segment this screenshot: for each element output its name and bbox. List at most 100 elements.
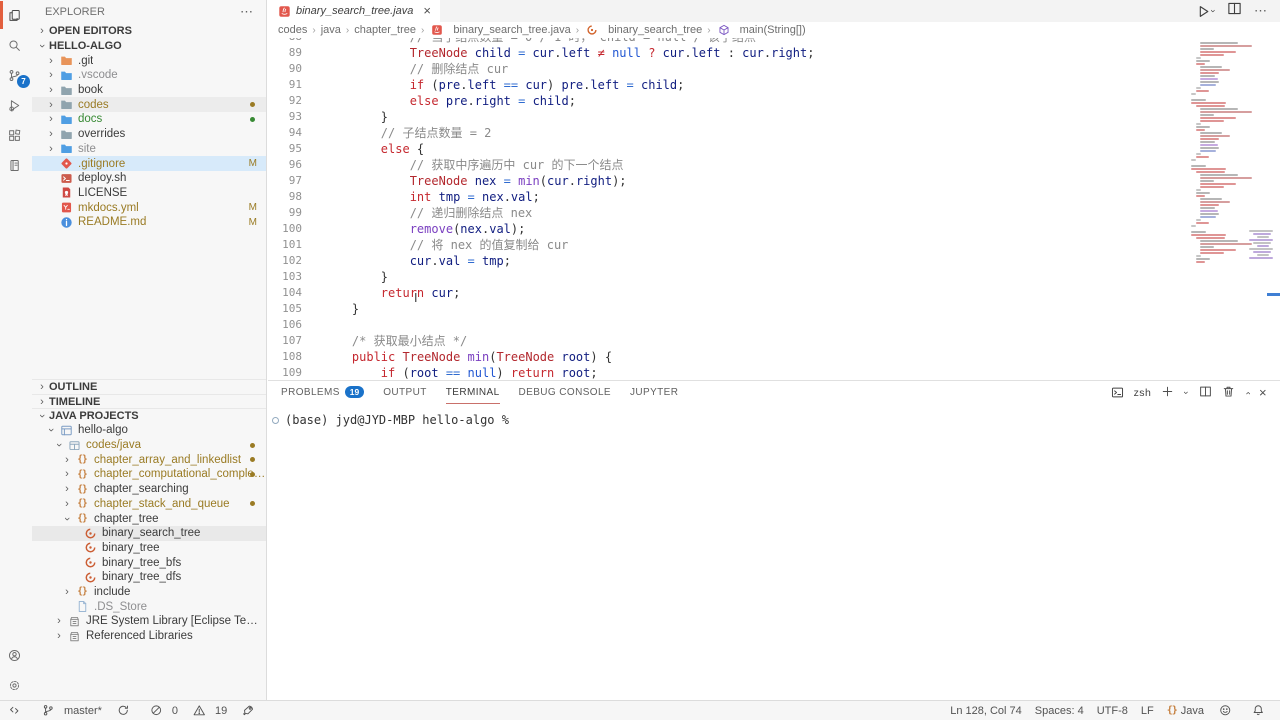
breadcrumb-item[interactable]: binary_search_tree.java — [429, 23, 570, 37]
code-line[interactable]: 105 } — [268, 301, 1183, 317]
activity-bar-item-extensions[interactable] — [0, 120, 32, 150]
status-rocket[interactable] — [240, 704, 260, 718]
explorer-item[interactable]: deploy.sh — [32, 171, 266, 186]
java-project-item[interactable]: ›codes/java — [32, 438, 266, 453]
java-project-item[interactable]: binary_tree — [32, 541, 266, 556]
explorer-item[interactable]: .gitignoreM — [32, 156, 266, 171]
status-warning[interactable]: 19 — [191, 704, 227, 718]
explorer-item[interactable]: ›.vscode — [32, 68, 266, 83]
split-editor-icon[interactable] — [1227, 1, 1242, 21]
code-line[interactable]: 97 TreeNode nex = min(cur.right); — [268, 173, 1183, 189]
code-line[interactable]: 91 if (pre.left == cur) pre.left = child… — [268, 77, 1183, 93]
breadcrumb-item[interactable]: codes — [278, 24, 307, 36]
more-actions-icon[interactable]: ⋯ — [240, 4, 254, 20]
explorer-item[interactable]: ›book — [32, 83, 266, 98]
activity-bar-item-search[interactable] — [0, 30, 32, 60]
code-line[interactable]: 89 TreeNode child = cur.left ≠ null ? cu… — [268, 45, 1183, 61]
status-bell[interactable] — [1250, 704, 1270, 718]
status-lf[interactable]: LF — [1141, 705, 1154, 717]
java-project-item[interactable]: binary_tree_bfs — [32, 555, 266, 570]
chevron-up-icon[interactable]: › — [1242, 391, 1252, 394]
code-line[interactable]: 99 // 递归删除结点 nex — [268, 205, 1183, 221]
trash-icon[interactable] — [1222, 385, 1235, 401]
status-remote[interactable] — [7, 704, 27, 718]
code-line[interactable]: 92 else pre.right = child; — [268, 93, 1183, 109]
explorer-item[interactable]: ›.git — [32, 53, 266, 68]
more-actions-icon[interactable]: ⋯ — [1254, 3, 1268, 19]
java-project-item[interactable]: .DS_Store — [32, 599, 266, 614]
activity-bar-item-explorer[interactable] — [0, 0, 32, 30]
breadcrumb-item[interactable]: binary_search_tree — [584, 23, 702, 37]
status-braces[interactable]: {}Java — [1167, 705, 1204, 717]
code-line[interactable]: 101 // 将 nex 的值复制给 cur — [268, 237, 1183, 253]
code-line[interactable]: 98 int tmp = nex.val; — [268, 189, 1183, 205]
panel-tab-terminal[interactable]: TERMINAL — [446, 381, 500, 404]
code-line[interactable]: 93 } — [268, 109, 1183, 125]
split-icon[interactable] — [1199, 385, 1212, 401]
activity-bar-item-notebook[interactable] — [0, 150, 32, 180]
code-line[interactable]: 109 if (root == null) return root; — [268, 365, 1183, 381]
java-project-item[interactable]: ›{}include — [32, 585, 266, 600]
panel-tab-output[interactable]: OUTPUT — [383, 381, 427, 404]
java-project-item[interactable]: ›{}chapter_stack_and_queue — [32, 497, 266, 512]
section-outline[interactable]: › OUTLINE — [32, 379, 266, 394]
chevron-down-icon[interactable]: › — [1209, 10, 1219, 13]
breadcrumb-item[interactable]: chapter_tree — [354, 24, 416, 36]
status-sync[interactable] — [115, 704, 135, 718]
panel-tab-jupyter[interactable]: JUPYTER — [630, 381, 678, 404]
explorer-item[interactable]: ›overrides — [32, 127, 266, 142]
close-icon[interactable]: × — [423, 6, 431, 16]
terminal[interactable]: (base) jyd@JYD-MBP hello-algo % — [268, 404, 1280, 427]
code-line[interactable]: 90 // 删除结点 cur — [268, 61, 1183, 77]
activity-bar-item-run-debug[interactable] — [0, 90, 32, 120]
status-feedback[interactable] — [1217, 704, 1237, 718]
shell-selector[interactable]: zsh — [1110, 386, 1152, 400]
activity-bar-item-settings-gear[interactable] — [0, 670, 32, 700]
panel-tab-debug-console[interactable]: DEBUG CONSOLE — [519, 381, 611, 404]
status-branch[interactable]: master* — [40, 704, 102, 718]
java-project-item[interactable]: ›Referenced Libraries — [32, 629, 266, 644]
explorer-item[interactable]: LICENSE — [32, 186, 266, 201]
explorer-item[interactable]: ›docs — [32, 112, 266, 127]
explorer-item[interactable]: mkdocs.ymlM — [32, 200, 266, 215]
code-line[interactable]: 100 remove(nex.val); — [268, 221, 1183, 237]
java-project-item[interactable]: ›JRE System Library [Eclipse Temurin 17 … — [32, 614, 266, 629]
plus-icon[interactable] — [1161, 385, 1174, 401]
activity-bar-item-source-control[interactable]: 7 — [0, 60, 32, 90]
breadcrumb-item[interactable]: java — [321, 24, 341, 36]
java-project-item[interactable]: binary_tree_dfs — [32, 570, 266, 585]
java-project-item[interactable]: binary_search_tree — [32, 526, 266, 541]
panel-tab-problems[interactable]: PROBLEMS19 — [281, 381, 364, 404]
java-project-item[interactable]: ›{}chapter_searching — [32, 482, 266, 497]
section-java-projects[interactable]: › JAVA PROJECTS — [32, 408, 266, 423]
chevron-down-icon[interactable]: › — [1182, 391, 1192, 394]
code-line[interactable]: 95 else { — [268, 141, 1183, 157]
java-project-item[interactable]: ›hello-algo — [32, 423, 266, 438]
java-project-item[interactable]: ›{}chapter_tree — [32, 511, 266, 526]
explorer-item[interactable]: ›site — [32, 142, 266, 157]
code-line[interactable]: 103 } — [268, 269, 1183, 285]
tab-binary-search-tree[interactable]: binary_search_tree.java × — [268, 0, 440, 22]
code-line[interactable]: 94 // 子结点数量 = 2 — [268, 125, 1183, 141]
close-icon[interactable]: × — [1259, 388, 1267, 398]
section-timeline[interactable]: › TIMELINE — [32, 394, 266, 409]
section-open-editors[interactable]: › OPEN EDITORS — [32, 24, 266, 39]
activity-bar-item-account[interactable] — [0, 640, 32, 670]
status-spaces-4[interactable]: Spaces: 4 — [1035, 705, 1084, 717]
code-line[interactable]: 102 cur.val = tmp; — [268, 253, 1183, 269]
code-line[interactable]: 108 public TreeNode min(TreeNode root) { — [268, 349, 1183, 365]
breadcrumb-item[interactable]: main(String[]) — [716, 23, 806, 37]
status-ln-128-col-74[interactable]: Ln 128, Col 74 — [950, 705, 1022, 717]
status-utf-8[interactable]: UTF-8 — [1097, 705, 1128, 717]
code-line[interactable]: 107 /* 获取最小结点 */ — [268, 333, 1183, 349]
java-project-item[interactable]: ›{}chapter_array_and_linkedlist — [32, 452, 266, 467]
explorer-item[interactable]: README.mdM — [32, 215, 266, 230]
code-line[interactable]: 106 — [268, 317, 1183, 333]
code-line[interactable]: 104 return cur; — [268, 285, 1183, 301]
status-error[interactable]: 0 — [148, 704, 178, 718]
explorer-item[interactable]: ›codes — [32, 97, 266, 112]
java-project-item[interactable]: ›{}chapter_computational_complexity — [32, 467, 266, 482]
section-hello-algo[interactable]: › HELLO-ALGO — [32, 39, 266, 54]
run-button[interactable]: › — [1196, 4, 1215, 19]
code-line[interactable]: 96 // 获取中序遍历中 cur 的下一个结点 — [268, 157, 1183, 173]
